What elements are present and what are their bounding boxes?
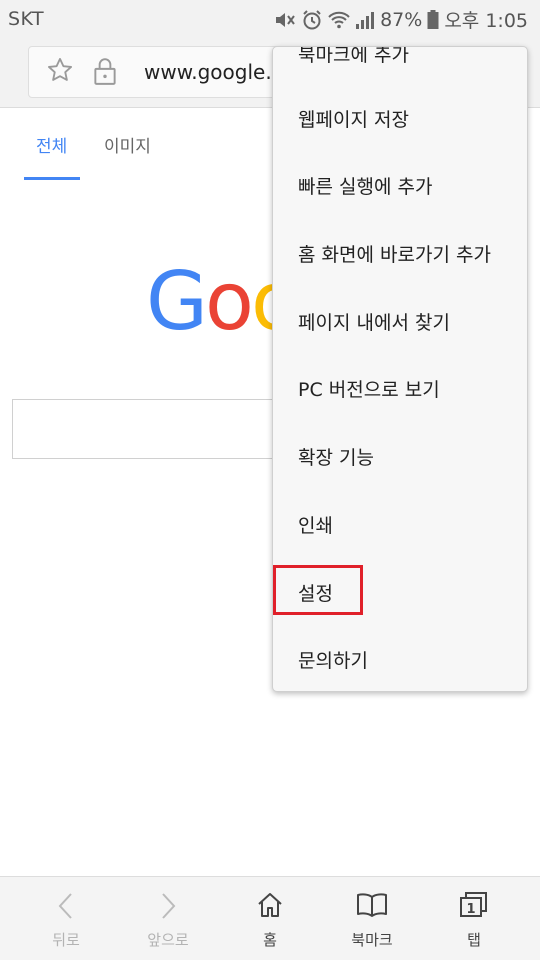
tabs-label: 탭	[467, 931, 481, 949]
battery-icon	[427, 9, 439, 29]
menu-item-find-in-page[interactable]: 페이지 내에서 찾기	[273, 291, 527, 351]
menu-item-settings[interactable]: 설정	[273, 562, 527, 622]
home-button[interactable]: 홈	[220, 877, 320, 960]
chevron-left-icon	[58, 893, 72, 919]
home-icon	[258, 893, 282, 917]
bookmarks-label: 북마크	[351, 931, 393, 949]
lock-icon	[94, 58, 116, 85]
book-icon	[357, 893, 387, 917]
bottom-toolbar: 뒤로 앞으로 홈 북마크 1 탭	[0, 876, 540, 960]
signal-icon	[356, 11, 375, 29]
home-label: 홈	[263, 931, 277, 949]
tabs-icon: 1	[460, 892, 487, 917]
menu-item-desktop-version[interactable]: PC 버전으로 보기	[273, 358, 527, 418]
chevron-right-icon	[162, 893, 176, 919]
forward-label: 앞으로	[147, 931, 189, 949]
tab-count: 1	[466, 902, 475, 917]
tab-images[interactable]: 이미지	[104, 132, 151, 157]
menu-item-save-webpage[interactable]: 웹페이지 저장	[273, 88, 527, 148]
menu-item-contact[interactable]: 문의하기	[273, 629, 527, 689]
tab-all[interactable]: 전체	[36, 132, 67, 157]
wifi-icon	[328, 11, 350, 28]
menu-item-extensions[interactable]: 확장 기능	[273, 426, 527, 486]
clock: 오후 1:05	[444, 10, 528, 32]
menu-item-add-quick-access[interactable]: 빠른 실행에 추가	[273, 155, 527, 215]
carrier-label: SKT	[8, 8, 45, 30]
menu-item-add-home-shortcut[interactable]: 홈 화면에 바로가기 추가	[273, 223, 527, 283]
status-bar: SKT 87% 오후 1:05	[0, 0, 540, 38]
back-button[interactable]: 뒤로	[16, 877, 116, 960]
alarm-icon	[303, 9, 321, 29]
active-tab-indicator	[24, 177, 80, 180]
bookmarks-button[interactable]: 북마크	[322, 877, 422, 960]
star-icon[interactable]	[46, 56, 74, 84]
browser-menu: 북마크에 추가 웹페이지 저장 빠른 실행에 추가 홈 화면에 바로가기 추가 …	[272, 46, 528, 692]
back-label: 뒤로	[52, 931, 80, 949]
battery-percent: 87%	[380, 8, 423, 31]
menu-item-add-bookmark[interactable]: 북마크에 추가	[273, 47, 527, 83]
status-icons: 87% 오후 1:05	[274, 6, 528, 33]
tabs-button[interactable]: 1 탭	[424, 877, 524, 960]
mute-icon	[276, 12, 295, 27]
menu-item-print[interactable]: 인쇄	[273, 494, 527, 554]
forward-button[interactable]: 앞으로	[118, 877, 218, 960]
